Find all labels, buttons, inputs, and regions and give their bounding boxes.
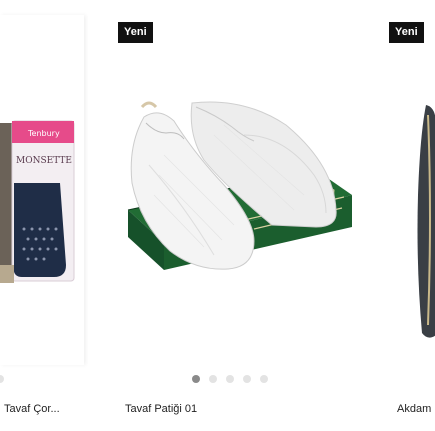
product-card-2[interactable]: Yeni Tavaf Patiği 01	[104, 0, 372, 431]
new-badge: Yeni	[118, 22, 153, 43]
carousel-dots	[192, 375, 268, 383]
product-title-2[interactable]: Tavaf Patiği 01	[125, 403, 197, 415]
carousel-dot-5[interactable]	[260, 375, 268, 383]
carousel-dot-2[interactable]	[209, 375, 217, 383]
product-card-1[interactable]: Tenbury MONSETTE Tavaf Çor...	[0, 0, 88, 431]
carousel-dot-3[interactable]	[226, 375, 234, 383]
carousel-dot-4[interactable]	[243, 375, 251, 383]
new-badge: Yeni	[389, 22, 424, 43]
product-image-2[interactable]	[104, 15, 372, 365]
product-card-3[interactable]: Yeni Akdam	[382, 0, 435, 431]
product-title-3[interactable]: Akdam	[397, 403, 431, 415]
socks-tag-text: Tenbury	[27, 129, 60, 138]
product-image-3[interactable]	[382, 15, 435, 365]
product-title-1[interactable]: Tavaf Çor...	[4, 403, 60, 415]
carousel-dot[interactable]	[0, 375, 4, 383]
product-image-1[interactable]: Tenbury MONSETTE	[0, 15, 84, 365]
socks-brand-text: MONSETTE	[16, 156, 72, 166]
carousel-dot-1[interactable]	[192, 375, 200, 383]
